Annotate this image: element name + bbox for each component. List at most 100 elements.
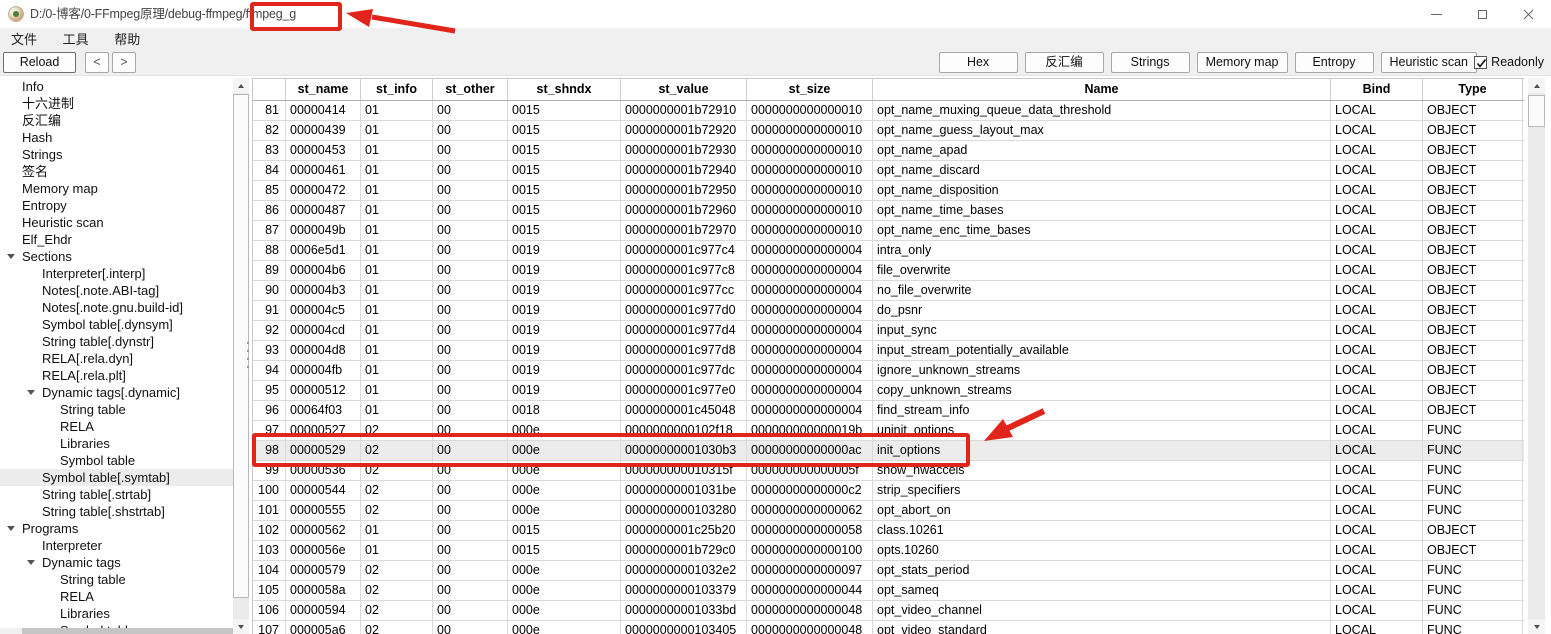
menu-file[interactable]: 文件 — [0, 28, 48, 50]
hex-button[interactable]: Hex — [938, 52, 1018, 73]
maximize-button[interactable] — [1459, 0, 1505, 28]
entropy-button[interactable]: Entropy — [1294, 52, 1374, 73]
close-button[interactable] — [1505, 0, 1551, 28]
sidebar-item-label: Info — [22, 79, 44, 94]
table-row-87[interactable]: 87 0000049b 01 00 0015 0000000001b72970 000000… — [253, 221, 1524, 241]
table-row-93[interactable]: 93 000004d8 01 00 0019 0000000001c977d8 000000… — [253, 341, 1524, 361]
menu-help[interactable]: 帮助 — [103, 28, 151, 50]
sidebar-hscrollbar[interactable] — [0, 628, 233, 634]
column-header-st-info[interactable]: st_info — [361, 79, 433, 100]
table-scrollbar[interactable] — [1528, 78, 1545, 634]
table-row-86[interactable]: 86 00000487 01 00 0015 0000000001b72960 000000… — [253, 201, 1524, 221]
table-row-84[interactable]: 84 00000461 01 00 0015 0000000001b72940 000000… — [253, 161, 1524, 181]
scrollbar-thumb[interactable] — [1528, 95, 1545, 127]
sidebar-item-rela[interactable]: RELA — [0, 588, 233, 605]
minimize-button[interactable] — [1413, 0, 1459, 28]
menu-tools[interactable]: 工具 — [52, 28, 100, 50]
table-row-96[interactable]: 96 00064f03 01 00 0018 0000000001c45048 000000… — [253, 401, 1524, 421]
table-row-88[interactable]: 88 0006e5d1 01 00 0019 0000000001c977c4 000000… — [253, 241, 1524, 261]
column-header-name[interactable]: Name — [873, 79, 1331, 100]
back-button[interactable]: < — [85, 52, 109, 73]
disassembly-button[interactable]: 反汇编 — [1024, 52, 1104, 73]
table-row-104[interactable]: 104 00000579 02 00 000e 00000000001032e2 00000… — [253, 561, 1524, 581]
sidebar-item-info[interactable]: Info — [0, 78, 233, 95]
table-row-107[interactable]: 107 000005a6 02 00 000e 0000000000103405 00000… — [253, 621, 1524, 634]
sidebar-item-strings[interactable]: Strings — [0, 146, 233, 163]
scroll-up-icon[interactable] — [1528, 78, 1545, 93]
sidebar-item-sections[interactable]: Sections — [0, 248, 233, 265]
table-row-92[interactable]: 92 000004cd 01 00 0019 0000000001c977d4 000000… — [253, 321, 1524, 341]
chevron-down-icon[interactable] — [7, 526, 15, 531]
table-row-106[interactable]: 106 00000594 02 00 000e 00000000001033bd 00000… — [253, 601, 1524, 621]
sidebar-item-libraries[interactable]: Libraries — [0, 605, 233, 622]
table-row-83[interactable]: 83 00000453 01 00 0015 0000000001b72930 000000… — [253, 141, 1524, 161]
sidebar-item-string-table-strtab[interactable]: String table[.strtab] — [0, 486, 233, 503]
reload-button[interactable]: Reload — [3, 52, 76, 73]
sidebar-item-symbol-table-dynsym[interactable]: Symbol table[.dynsym] — [0, 316, 233, 333]
table-row-81[interactable]: 81 00000414 01 00 0015 0000000001b72910 000000… — [253, 101, 1524, 121]
sidebar-item-notes-note-gnu-build-id[interactable]: Notes[.note.gnu.build-id] — [0, 299, 233, 316]
sidebar-item-item[interactable]: 签名 — [0, 163, 233, 180]
sidebar-item-memory-map[interactable]: Memory map — [0, 180, 233, 197]
column-header-st-name[interactable]: st_name — [286, 79, 361, 100]
table-row-100[interactable]: 100 00000544 02 00 000e 00000000001031be 00000… — [253, 481, 1524, 501]
memory-map-button[interactable]: Memory map — [1196, 52, 1288, 73]
sidebar-item-interpreter[interactable]: Interpreter — [0, 537, 233, 554]
column-header-st-size[interactable]: st_size — [747, 79, 873, 100]
forward-button[interactable]: > — [112, 52, 136, 73]
sidebar-item-libraries[interactable]: Libraries — [0, 435, 233, 452]
sidebar-item-rela-rela-plt[interactable]: RELA[.rela.plt] — [0, 367, 233, 384]
sidebar-item-programs[interactable]: Programs — [0, 520, 233, 537]
sidebar-item-item[interactable]: 十六进制 — [0, 95, 233, 112]
chevron-down-icon[interactable] — [27, 390, 35, 395]
scroll-down-icon[interactable] — [1528, 619, 1545, 634]
readonly-checkbox[interactable] — [1474, 55, 1488, 69]
column-header-bind[interactable]: Bind — [1331, 79, 1423, 100]
table-row-82[interactable]: 82 00000439 01 00 0015 0000000001b72920 000000… — [253, 121, 1524, 141]
table-row-103[interactable]: 103 0000056e 01 00 0015 0000000001b729c0 00000… — [253, 541, 1524, 561]
table-row-85[interactable]: 85 00000472 01 00 0015 0000000001b72950 000000… — [253, 181, 1524, 201]
sidebar-item-hash[interactable]: Hash — [0, 129, 233, 146]
column-header-st-value[interactable]: st_value — [621, 79, 747, 100]
table-row-102[interactable]: 102 00000562 01 00 0015 0000000001c25b20 00000… — [253, 521, 1524, 541]
table-row-95[interactable]: 95 00000512 01 00 0019 0000000001c977e0 000000… — [253, 381, 1524, 401]
sidebar-item-symbol-table[interactable]: Symbol table — [0, 452, 233, 469]
sidebar-item-string-table-shstrtab[interactable]: String table[.shstrtab] — [0, 503, 233, 520]
sidebar-item-symbol-table-symtab[interactable]: Symbol table[.symtab] — [0, 469, 233, 486]
table-row-98[interactable]: 98 00000529 02 00 000e 00000000001030b3 000000… — [253, 441, 1524, 461]
heuristic-scan-button[interactable]: Heuristic scan — [1380, 52, 1477, 73]
cell-st-size: 0000000000000062 — [747, 501, 873, 520]
table-row-94[interactable]: 94 000004fb 01 00 0019 0000000001c977dc 000000… — [253, 361, 1524, 381]
sidebar-item-interpreter-interp[interactable]: Interpreter[.interp] — [0, 265, 233, 282]
sidebar-item-elf-ehdr[interactable]: Elf_Ehdr — [0, 231, 233, 248]
column-header-st-other[interactable]: st_other — [433, 79, 508, 100]
sidebar-item-dynamic-tags-dynamic[interactable]: Dynamic tags[.dynamic] — [0, 384, 233, 401]
cell-name: opts.10260 — [873, 541, 1331, 560]
sidebar-item-item[interactable]: 反汇编 — [0, 112, 233, 129]
table-row-90[interactable]: 90 000004b3 01 00 0019 0000000001c977cc 000000… — [253, 281, 1524, 301]
sidebar-item-string-table-dynstr[interactable]: String table[.dynstr] — [0, 333, 233, 350]
table-row-105[interactable]: 105 0000058a 02 00 000e 0000000000103379 00000… — [253, 581, 1524, 601]
sidebar-item-dynamic-tags[interactable]: Dynamic tags — [0, 554, 233, 571]
sidebar-item-heuristic-scan[interactable]: Heuristic scan — [0, 214, 233, 231]
sidebar-item-rela[interactable]: RELA — [0, 418, 233, 435]
hscrollbar-thumb[interactable] — [22, 628, 233, 634]
table-row-91[interactable]: 91 000004c5 01 00 0019 0000000001c977d0 000000… — [253, 301, 1524, 321]
table-row-89[interactable]: 89 000004b6 01 00 0019 0000000001c977c8 000000… — [253, 261, 1524, 281]
scroll-down-icon[interactable] — [233, 619, 249, 634]
splitter-handle[interactable] — [247, 342, 250, 374]
scroll-up-icon[interactable] — [233, 78, 249, 93]
column-header-st-shndx[interactable]: st_shndx — [508, 79, 621, 100]
chevron-down-icon[interactable] — [27, 560, 35, 565]
sidebar-item-rela-rela-dyn[interactable]: RELA[.rela.dyn] — [0, 350, 233, 367]
sidebar-item-string-table[interactable]: String table — [0, 571, 233, 588]
column-header-type[interactable]: Type — [1423, 79, 1523, 100]
strings-button[interactable]: Strings — [1110, 52, 1190, 73]
table-row-99[interactable]: 99 00000536 02 00 000e 000000000010315f 000000… — [253, 461, 1524, 481]
table-row-97[interactable]: 97 00000527 02 00 000e 0000000000102f18 000000… — [253, 421, 1524, 441]
sidebar-item-string-table[interactable]: String table — [0, 401, 233, 418]
table-row-101[interactable]: 101 00000555 02 00 000e 0000000000103280 00000… — [253, 501, 1524, 521]
sidebar-item-entropy[interactable]: Entropy — [0, 197, 233, 214]
sidebar-item-notes-note-abi-tag[interactable]: Notes[.note.ABI-tag] — [0, 282, 233, 299]
chevron-down-icon[interactable] — [7, 254, 15, 259]
